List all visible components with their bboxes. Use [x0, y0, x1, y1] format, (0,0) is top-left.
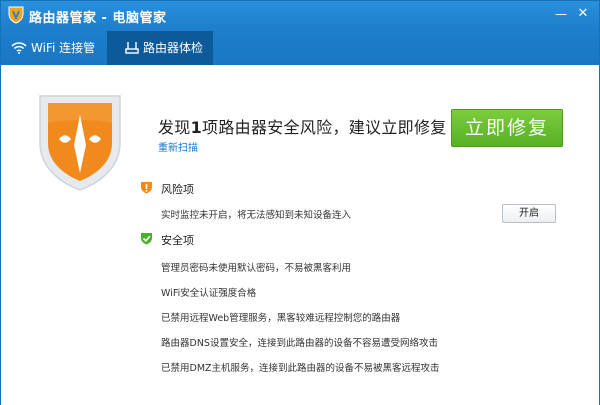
title-bar: 路由器管家 - 电脑管家 — ✕ [1, 1, 599, 29]
app-logo-icon [8, 6, 24, 24]
safe-item: 管理员密码未使用默认密码，不易被黑客利用 [161, 263, 352, 274]
fix-now-button[interactable]: 立即修复 [451, 109, 563, 147]
risk-section-title: 风险项 [161, 183, 194, 196]
window-title: 路由器管家 - 电脑管家 [29, 11, 167, 26]
scan-result-headline: 发现1项路由器安全风险，建议立即修复 [158, 114, 447, 138]
enable-monitor-button[interactable]: 开启 [502, 204, 556, 223]
router-icon [125, 42, 139, 54]
safe-item: 已禁用DMZ主机服务，连接到此路由器的设备不易被黑客远程攻击 [161, 363, 440, 374]
headline-suffix: 项路由器安全风险，建议立即修复 [202, 118, 447, 137]
safe-item: 已禁用远程Web管理服务，黑客较难远程控制您的路由器 [161, 313, 401, 324]
tab-wifi-management[interactable]: WiFi 连接管理 [11, 31, 107, 89]
checkup-panel: 发现1项路由器安全风险，建议立即修复 重新扫描 立即修复 风险项 实时监控未开启… [1, 65, 599, 405]
tab-label: 路由器体检 [143, 41, 204, 55]
risk-count: 1 [190, 118, 203, 137]
risk-shield-icon [39, 95, 121, 191]
rescan-link[interactable]: 重新扫描 [158, 139, 198, 154]
close-button[interactable]: ✕ [573, 5, 593, 23]
risk-item: 实时监控未开启，将无法感知到未知设备连入 [161, 210, 352, 221]
check-shield-icon [141, 233, 152, 245]
wifi-icon [11, 42, 27, 54]
warning-shield-icon [141, 182, 152, 194]
headline-prefix: 发现 [158, 118, 191, 137]
safe-item: 路由器DNS设置安全，连接到此路由器的设备不容易遭受网络攻击 [161, 338, 438, 349]
tab-bar: WiFi 连接管理 路由器体检 [1, 29, 599, 89]
safe-section-title: 安全项 [161, 234, 194, 247]
safe-item: WiFi安全认证强度合格 [161, 288, 257, 299]
minimize-button[interactable]: — [551, 5, 571, 23]
app-window: 路由器管家 - 电脑管家 — ✕ WiFi 连接管理 路由器体检 [0, 0, 600, 405]
tab-router-checkup[interactable]: 路由器体检 [107, 31, 213, 65]
